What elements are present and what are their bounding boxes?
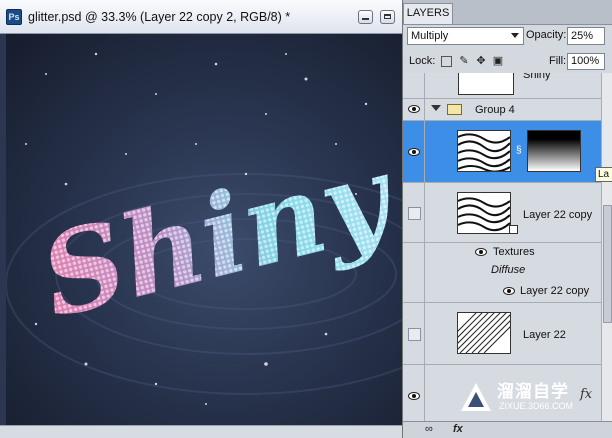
layer-name: Layer 22 copy	[520, 285, 590, 297]
lock-all-icon[interactable]: ▣	[492, 55, 504, 67]
folder-icon	[447, 104, 462, 115]
chain-link-icon[interactable]: §	[516, 145, 522, 156]
tab-layers[interactable]: LAYERS	[403, 3, 453, 24]
lock-move-icon[interactable]: ✥	[475, 55, 487, 67]
lock-transparency-icon[interactable]	[441, 56, 452, 67]
blend-mode-select[interactable]: Multiply	[407, 27, 524, 45]
layers-list: Shiny Group 4 § Layer 22 copy Textures D…	[403, 73, 601, 421]
document-status-bar	[0, 425, 402, 438]
layer-row[interactable]: Layer 22 copy	[403, 183, 601, 243]
chevron-down-icon	[511, 33, 519, 38]
tooltip: La	[595, 167, 612, 182]
fx-icon: fx	[580, 387, 593, 402]
minimize-icon	[362, 18, 369, 20]
visibility-column	[403, 73, 425, 421]
visibility-eye-icon[interactable]	[475, 248, 487, 256]
layer-mask-thumbnail[interactable]	[527, 130, 581, 172]
lock-label: Lock:	[409, 55, 436, 67]
document-title-bar[interactable]: Ps glitter.psd @ 33.3% (Layer 22 copy 2,…	[0, 0, 402, 34]
document-canvas[interactable]: Shiny Shiny	[6, 34, 402, 425]
fx-button[interactable]: fx	[453, 423, 463, 435]
expand-triangle-icon[interactable]	[431, 105, 441, 111]
document-title: glitter.psd @ 33.3% (Layer 22 copy 2, RG…	[28, 10, 291, 24]
layer-name: Layer 22	[523, 329, 566, 341]
link-layers-icon[interactable]: ∞	[425, 423, 433, 435]
photoshop-icon: Ps	[6, 9, 22, 25]
effects-label: Textures	[493, 246, 535, 258]
document-window: Ps glitter.psd @ 33.3% (Layer 22 copy 2,…	[0, 0, 402, 438]
opacity-input[interactable]: 25%	[567, 27, 605, 45]
layer-name: Shiny	[523, 73, 551, 81]
layer-row-selected[interactable]: §	[403, 121, 601, 183]
layer-thumbnail	[457, 312, 511, 354]
lock-brush-icon[interactable]: ✎	[458, 55, 470, 67]
layer-row-sub[interactable]: Layer 22 copy	[403, 279, 601, 303]
effects-row-textures[interactable]: Textures	[403, 243, 601, 261]
panel-tab-bar: LAYERS	[403, 0, 612, 25]
minimize-button[interactable]	[358, 10, 373, 24]
watermark-url: ZIXUE.3D66.COM	[499, 401, 574, 411]
fill-input[interactable]: 100%	[567, 53, 605, 70]
layer-thumbnail	[457, 192, 511, 234]
layers-panel: LAYERS Multiply Opacity: 25% Lock: ✎ ✥ ▣…	[402, 0, 612, 438]
layers-scrollbar[interactable]	[601, 73, 612, 421]
fill-label: Fill:	[549, 55, 567, 67]
panel-footer: ∞ fx	[403, 421, 612, 438]
maximize-button[interactable]	[380, 10, 395, 24]
watermark-logo	[461, 383, 491, 411]
layer-row[interactable]: Layer 22	[403, 303, 601, 365]
visibility-eye-icon[interactable]	[503, 287, 515, 295]
canvas-artwork: Shiny Shiny	[6, 34, 402, 425]
effect-row-diffuse[interactable]: Diffuse	[403, 261, 601, 279]
layer-thumbnail	[457, 130, 511, 172]
smart-object-icon	[509, 225, 518, 234]
layer-name: Group 4	[475, 104, 515, 116]
watermark: 溜溜自学 ZIXUE.3D66.COM fx	[457, 373, 605, 423]
layer-thumbnail	[458, 73, 514, 95]
layer-row[interactable]: Shiny	[403, 73, 601, 99]
blend-mode-value: Multiply	[411, 30, 449, 42]
scrollbar-thumb[interactable]	[603, 205, 612, 323]
opacity-label: Opacity:	[526, 29, 567, 41]
maximize-icon	[384, 14, 391, 19]
effect-name: Diffuse	[491, 264, 526, 276]
watermark-text: 溜溜自学	[497, 382, 569, 401]
layer-group-row[interactable]: Group 4	[403, 99, 601, 121]
layer-name: Layer 22 copy	[523, 209, 593, 221]
